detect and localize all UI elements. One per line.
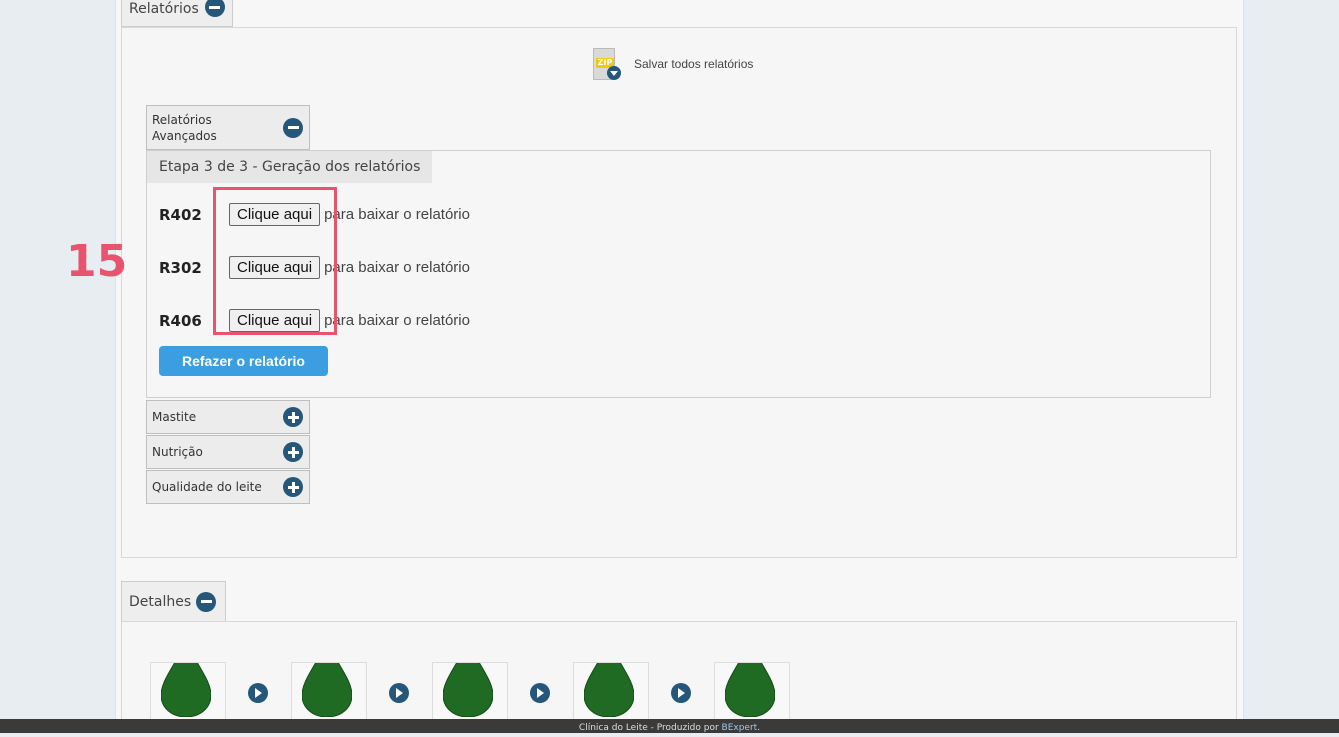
step-drop (714, 662, 790, 721)
accordion-label: Relatórios Avançados (152, 112, 217, 143)
accordion-label: Qualidade do leite (152, 480, 262, 494)
accordion-label: Mastite (152, 410, 197, 424)
milk-drop-icon (725, 663, 775, 717)
detalhes-section-tab[interactable]: Detalhes (121, 581, 226, 622)
expand-plus-icon[interactable] (283, 477, 303, 497)
step-drop (150, 662, 226, 721)
expand-plus-icon[interactable] (283, 442, 303, 462)
step-drop (573, 662, 649, 721)
accordion-qualidade-do-leite[interactable]: Qualidade do leite (146, 470, 310, 504)
footer-suffix: . (757, 723, 761, 733)
arrow-right-icon (389, 683, 409, 703)
milk-drop-icon (302, 663, 352, 717)
accordion-relatorios-avancados[interactable]: Relatórios Avançados (146, 105, 310, 150)
footer-text: Clínica do Leite - Produzido por (578, 723, 722, 733)
footer-bexpert-link[interactable]: BExpert (722, 723, 758, 733)
accordion-nutricao[interactable]: Nutrição (146, 435, 310, 469)
collapse-minus-icon[interactable] (283, 117, 303, 138)
collapse-minus-icon[interactable] (204, 0, 225, 17)
report-download-text: para baixar o relatório (324, 312, 470, 329)
report-download-text: para baixar o relatório (324, 259, 470, 276)
page-footer: Clínica do Leite - Produzido por BExpert… (0, 719, 1339, 733)
step-drop (432, 662, 508, 721)
relatorios-tab-label: Relatórios (129, 1, 199, 17)
milk-drop-icon (443, 663, 493, 717)
detalhes-tab-label: Detalhes (129, 593, 192, 610)
report-download-text: para baixar o relatório (324, 206, 470, 223)
milk-drop-icon (161, 663, 211, 717)
refazer-relatorio-button[interactable]: Refazer o relatório (159, 346, 328, 376)
step-indicator: Etapa 3 de 3 - Geração dos relatórios (147, 151, 433, 183)
accordion-mastite[interactable]: Mastite (146, 400, 310, 434)
arrow-right-icon (248, 683, 268, 703)
relatorios-section-tab[interactable]: Relatórios (121, 0, 233, 27)
step-drop (291, 662, 367, 721)
expand-plus-icon[interactable] (283, 407, 303, 427)
annotation-step-number: 15 (66, 236, 128, 287)
accordion-label: Nutrição (152, 445, 203, 459)
arrow-right-icon (530, 683, 550, 703)
milk-drop-icon (584, 663, 634, 717)
zip-file-icon: ZIP (593, 46, 621, 82)
arrow-right-icon (671, 683, 691, 703)
save-all-reports-label: Salvar todos relatórios (634, 57, 754, 71)
annotation-highlight-box (213, 187, 337, 335)
save-all-reports-link[interactable]: ZIP Salvar todos relatórios (593, 46, 753, 82)
detalhes-panel (121, 621, 1237, 720)
collapse-minus-icon[interactable] (196, 591, 217, 612)
